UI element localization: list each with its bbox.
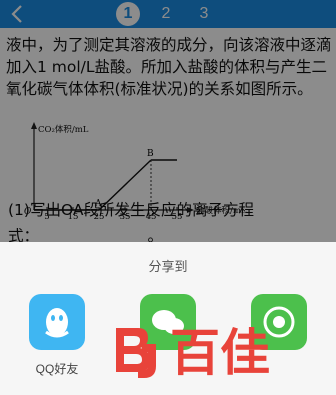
baijia-watermark-logo: 百佳: [116, 324, 270, 382]
share-qq-friend-label: QQ好友: [35, 362, 79, 376]
share-sheet-title: 分享到: [148, 259, 188, 274]
brand-mark-icon: [116, 328, 156, 378]
qq-icon: [29, 294, 85, 350]
share-qq-friend-button[interactable]: QQ好友: [26, 294, 88, 377]
watermark-text: 百佳: [170, 324, 270, 382]
dim-overlay[interactable]: [0, 0, 336, 242]
